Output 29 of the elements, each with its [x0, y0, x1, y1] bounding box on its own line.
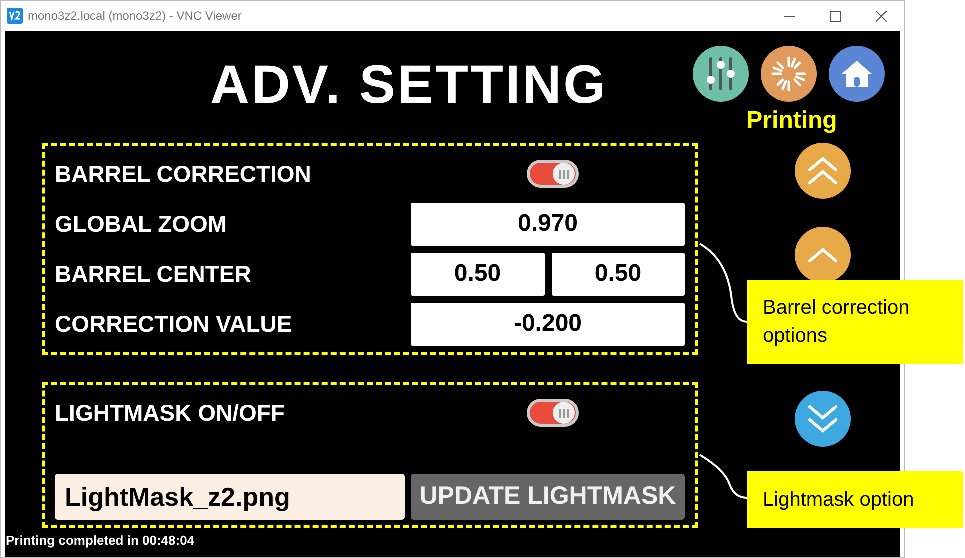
- spinner-icon: [771, 56, 807, 92]
- setting-label: GLOBAL ZOOM: [55, 210, 228, 239]
- double-chevron-up-icon: [808, 156, 838, 186]
- chevron-up-icon: [808, 247, 838, 263]
- setting-label: BARREL CENTER: [55, 260, 252, 289]
- setting-label: BARREL CORRECTION: [55, 160, 312, 189]
- maximize-icon: [830, 10, 840, 22]
- home-icon: [841, 60, 873, 88]
- value-field[interactable]: 0.970: [411, 202, 685, 246]
- page-title: ADV. SETTING: [210, 54, 608, 116]
- double-chevron-down-icon: [808, 404, 838, 434]
- close-icon: [876, 10, 886, 22]
- update-lightmask-button[interactable]: UPDATE LIGHTMASK: [411, 474, 685, 520]
- callout-label: Barrel correction options: [747, 280, 963, 364]
- setting-label: LIGHTMASK ON/OFF: [55, 398, 286, 428]
- sliders-icon: [706, 57, 736, 91]
- window-title: mono3z2.local (mono3z2) - VNC Viewer: [28, 8, 242, 25]
- leader-line: [699, 454, 748, 499]
- status-bar-text: Printing completed in 00:48:04: [6, 532, 196, 550]
- toggle-switch[interactable]: [527, 160, 579, 188]
- value-field[interactable]: -0.200: [411, 302, 685, 346]
- file-name-field[interactable]: LightMask_z2.png: [55, 474, 405, 520]
- toggle-switch[interactable]: [527, 399, 579, 427]
- setting-label: CORRECTION VALUE: [55, 310, 294, 339]
- callout-label: Lightmask option: [747, 471, 963, 528]
- app-logo-icon: [7, 8, 23, 24]
- value-field[interactable]: 0.50: [552, 252, 685, 296]
- value-field[interactable]: 0.50: [411, 252, 544, 296]
- printing-status: Printing: [746, 106, 838, 136]
